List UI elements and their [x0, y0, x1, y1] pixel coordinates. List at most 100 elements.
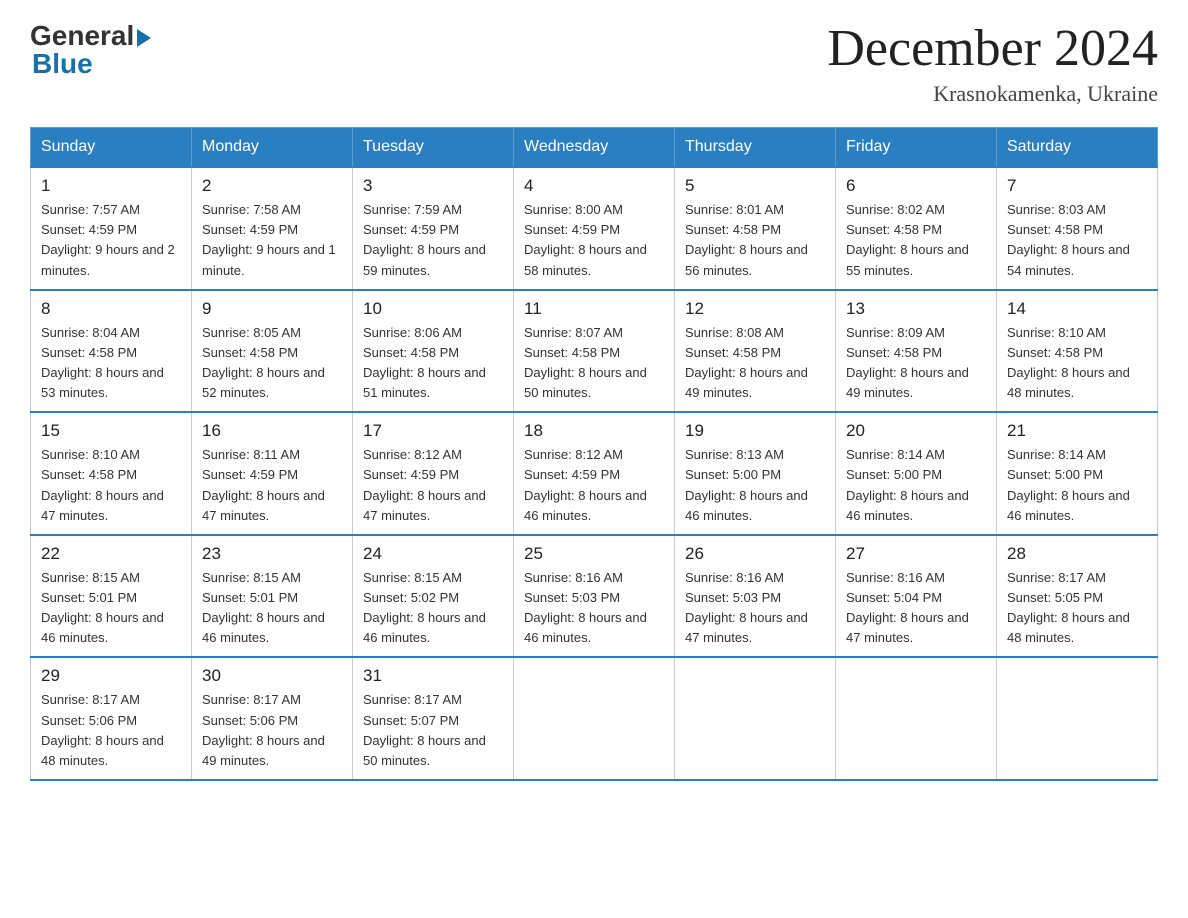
day-number: 28	[1007, 544, 1147, 564]
calendar-header-row: SundayMondayTuesdayWednesdayThursdayFrid…	[31, 128, 1158, 168]
calendar-cell: 17 Sunrise: 8:12 AMSunset: 4:59 PMDayligh…	[353, 412, 514, 535]
day-info: Sunrise: 7:59 AMSunset: 4:59 PMDaylight:…	[363, 200, 503, 281]
day-number: 14	[1007, 299, 1147, 319]
day-info: Sunrise: 8:00 AMSunset: 4:59 PMDaylight:…	[524, 200, 664, 281]
location-title: Krasnokamenka, Ukraine	[827, 81, 1158, 107]
calendar-cell: 7 Sunrise: 8:03 AMSunset: 4:58 PMDaylight…	[997, 167, 1158, 290]
day-info: Sunrise: 8:04 AMSunset: 4:58 PMDaylight:…	[41, 323, 181, 404]
day-info: Sunrise: 8:17 AMSunset: 5:06 PMDaylight:…	[41, 690, 181, 771]
calendar-cell: 26 Sunrise: 8:16 AMSunset: 5:03 PMDayligh…	[675, 535, 836, 658]
day-info: Sunrise: 8:16 AMSunset: 5:04 PMDaylight:…	[846, 568, 986, 649]
day-info: Sunrise: 8:01 AMSunset: 4:58 PMDaylight:…	[685, 200, 825, 281]
calendar-cell: 15 Sunrise: 8:10 AMSunset: 4:58 PMDayligh…	[31, 412, 192, 535]
logo-blue-text: Blue	[32, 50, 93, 78]
day-info: Sunrise: 8:09 AMSunset: 4:58 PMDaylight:…	[846, 323, 986, 404]
day-number: 3	[363, 176, 503, 196]
day-info: Sunrise: 8:05 AMSunset: 4:58 PMDaylight:…	[202, 323, 342, 404]
calendar-cell: 13 Sunrise: 8:09 AMSunset: 4:58 PMDayligh…	[836, 290, 997, 413]
day-info: Sunrise: 8:08 AMSunset: 4:58 PMDaylight:…	[685, 323, 825, 404]
day-number: 19	[685, 421, 825, 441]
calendar-cell: 1 Sunrise: 7:57 AMSunset: 4:59 PMDaylight…	[31, 167, 192, 290]
day-number: 17	[363, 421, 503, 441]
month-title: December 2024	[827, 20, 1158, 77]
calendar-cell: 4 Sunrise: 8:00 AMSunset: 4:59 PMDaylight…	[514, 167, 675, 290]
calendar-cell: 2Sunrise: 7:58 AMSunset: 4:59 PMDaylight…	[192, 167, 353, 290]
calendar-cell	[997, 657, 1158, 780]
day-info: Sunrise: 8:15 AMSunset: 5:02 PMDaylight:…	[363, 568, 503, 649]
day-info: Sunrise: 8:10 AMSunset: 4:58 PMDaylight:…	[41, 445, 181, 526]
day-info: Sunrise: 8:12 AMSunset: 4:59 PMDaylight:…	[524, 445, 664, 526]
calendar-cell: 30 Sunrise: 8:17 AMSunset: 5:06 PMDayligh…	[192, 657, 353, 780]
calendar-cell: 5 Sunrise: 8:01 AMSunset: 4:58 PMDaylight…	[675, 167, 836, 290]
logo-bottom: Blue	[30, 50, 93, 78]
column-header-friday: Friday	[836, 128, 997, 168]
calendar-cell: 12 Sunrise: 8:08 AMSunset: 4:58 PMDayligh…	[675, 290, 836, 413]
day-info: Sunrise: 8:06 AMSunset: 4:58 PMDaylight:…	[363, 323, 503, 404]
calendar-cell: 10 Sunrise: 8:06 AMSunset: 4:58 PMDayligh…	[353, 290, 514, 413]
day-info: Sunrise: 8:16 AMSunset: 5:03 PMDaylight:…	[524, 568, 664, 649]
calendar-cell: 28 Sunrise: 8:17 AMSunset: 5:05 PMDayligh…	[997, 535, 1158, 658]
column-header-thursday: Thursday	[675, 128, 836, 168]
calendar-cell: 9 Sunrise: 8:05 AMSunset: 4:58 PMDaylight…	[192, 290, 353, 413]
day-info: Sunrise: 8:17 AMSunset: 5:07 PMDaylight:…	[363, 690, 503, 771]
column-header-saturday: Saturday	[997, 128, 1158, 168]
day-number: 12	[685, 299, 825, 319]
logo: General Blue	[30, 20, 151, 78]
day-info: Sunrise: 8:14 AMSunset: 5:00 PMDaylight:…	[846, 445, 986, 526]
day-number: 31	[363, 666, 503, 686]
column-header-wednesday: Wednesday	[514, 128, 675, 168]
day-number: 1	[41, 176, 181, 196]
calendar-cell	[514, 657, 675, 780]
calendar-cell: 19 Sunrise: 8:13 AMSunset: 5:00 PMDayligh…	[675, 412, 836, 535]
calendar-cell: 29 Sunrise: 8:17 AMSunset: 5:06 PMDayligh…	[31, 657, 192, 780]
day-number: 18	[524, 421, 664, 441]
day-number: 4	[524, 176, 664, 196]
day-info: Sunrise: 8:15 AMSunset: 5:01 PMDaylight:…	[41, 568, 181, 649]
calendar-table: SundayMondayTuesdayWednesdayThursdayFrid…	[30, 127, 1158, 781]
calendar-cell: 22 Sunrise: 8:15 AMSunset: 5:01 PMDayligh…	[31, 535, 192, 658]
day-number: 16	[202, 421, 342, 441]
day-number: 24	[363, 544, 503, 564]
day-info: Sunrise: 8:03 AMSunset: 4:58 PMDaylight:…	[1007, 200, 1147, 281]
calendar-cell: 16Sunrise: 8:11 AMSunset: 4:59 PMDayligh…	[192, 412, 353, 535]
day-number: 29	[41, 666, 181, 686]
day-info: Sunrise: 8:15 AMSunset: 5:01 PMDaylight:…	[202, 568, 342, 649]
day-info: Sunrise: 7:57 AMSunset: 4:59 PMDaylight:…	[41, 200, 181, 281]
calendar-cell: 24 Sunrise: 8:15 AMSunset: 5:02 PMDayligh…	[353, 535, 514, 658]
calendar-cell	[836, 657, 997, 780]
day-number: 22	[41, 544, 181, 564]
day-number: 2	[202, 176, 342, 196]
calendar-cell: 21Sunrise: 8:14 AMSunset: 5:00 PMDayligh…	[997, 412, 1158, 535]
calendar-cell: 14Sunrise: 8:10 AMSunset: 4:58 PMDayligh…	[997, 290, 1158, 413]
day-number: 27	[846, 544, 986, 564]
calendar-cell: 20Sunrise: 8:14 AMSunset: 5:00 PMDayligh…	[836, 412, 997, 535]
calendar-week-row: 1 Sunrise: 7:57 AMSunset: 4:59 PMDaylight…	[31, 167, 1158, 290]
day-number: 5	[685, 176, 825, 196]
calendar-week-row: 15 Sunrise: 8:10 AMSunset: 4:58 PMDayligh…	[31, 412, 1158, 535]
logo-arrow-icon	[137, 29, 151, 47]
day-number: 13	[846, 299, 986, 319]
day-info: Sunrise: 8:02 AMSunset: 4:58 PMDaylight:…	[846, 200, 986, 281]
column-header-tuesday: Tuesday	[353, 128, 514, 168]
day-number: 15	[41, 421, 181, 441]
page-header: General Blue December 2024 Krasnokamenka…	[30, 20, 1158, 107]
day-info: Sunrise: 8:17 AMSunset: 5:06 PMDaylight:…	[202, 690, 342, 771]
day-number: 26	[685, 544, 825, 564]
calendar-week-row: 29 Sunrise: 8:17 AMSunset: 5:06 PMDayligh…	[31, 657, 1158, 780]
day-number: 30	[202, 666, 342, 686]
day-info: Sunrise: 8:07 AMSunset: 4:58 PMDaylight:…	[524, 323, 664, 404]
day-info: Sunrise: 8:17 AMSunset: 5:05 PMDaylight:…	[1007, 568, 1147, 649]
day-info: Sunrise: 8:13 AMSunset: 5:00 PMDaylight:…	[685, 445, 825, 526]
calendar-cell: 3 Sunrise: 7:59 AMSunset: 4:59 PMDaylight…	[353, 167, 514, 290]
day-info: Sunrise: 8:14 AMSunset: 5:00 PMDaylight:…	[1007, 445, 1147, 526]
day-info: Sunrise: 8:12 AMSunset: 4:59 PMDaylight:…	[363, 445, 503, 526]
day-number: 8	[41, 299, 181, 319]
calendar-week-row: 8 Sunrise: 8:04 AMSunset: 4:58 PMDaylight…	[31, 290, 1158, 413]
day-number: 7	[1007, 176, 1147, 196]
calendar-cell: 11Sunrise: 8:07 AMSunset: 4:58 PMDayligh…	[514, 290, 675, 413]
day-number: 10	[363, 299, 503, 319]
title-area: December 2024 Krasnokamenka, Ukraine	[827, 20, 1158, 107]
day-number: 9	[202, 299, 342, 319]
calendar-cell: 25Sunrise: 8:16 AMSunset: 5:03 PMDayligh…	[514, 535, 675, 658]
day-info: Sunrise: 8:16 AMSunset: 5:03 PMDaylight:…	[685, 568, 825, 649]
